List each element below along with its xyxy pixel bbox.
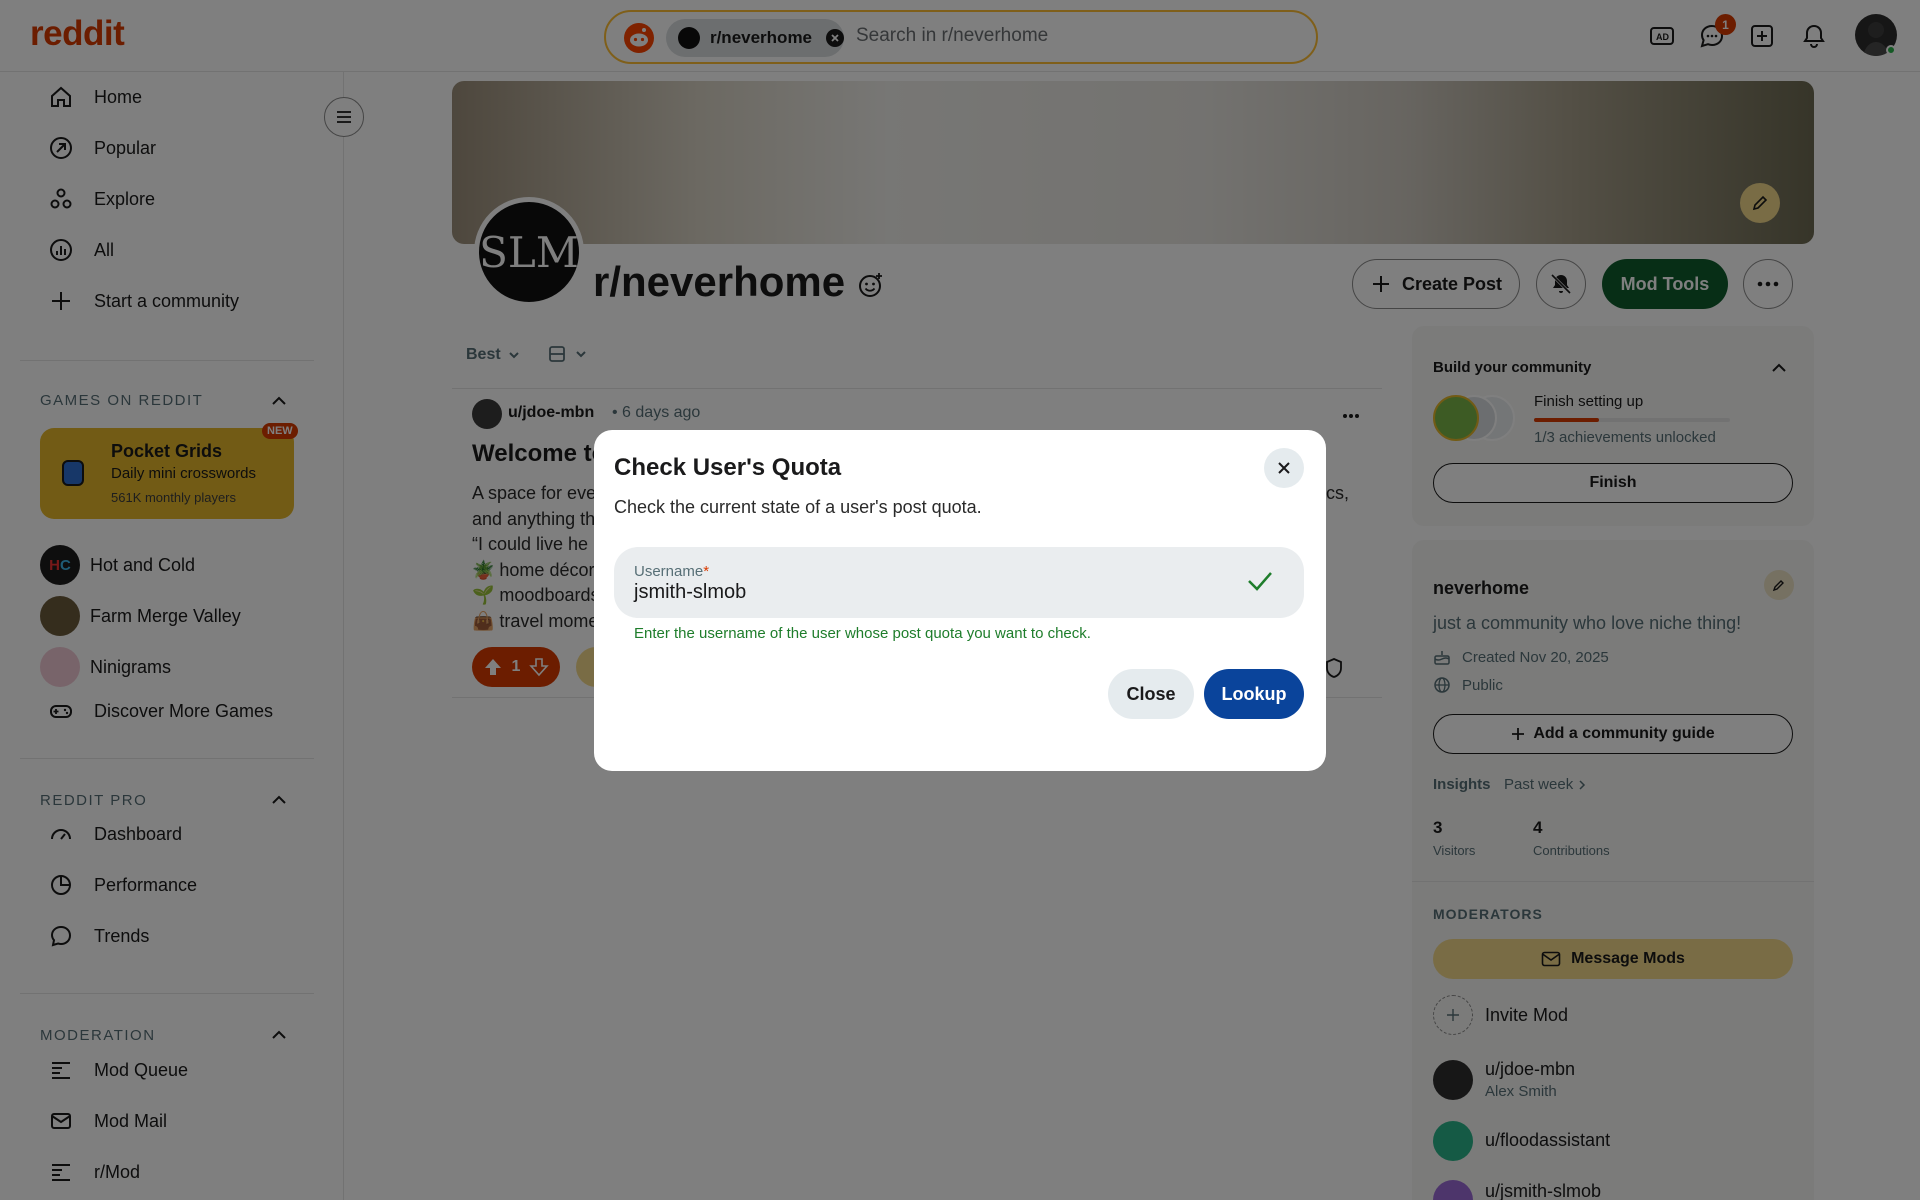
username-helper-text: Enter the username of the user whose pos…	[634, 625, 1091, 642]
close-button[interactable]: Close	[1108, 669, 1194, 719]
username-field[interactable]: Username* jsmith-slmob	[614, 547, 1304, 618]
username-label: Username*	[634, 563, 709, 580]
check-quota-dialog: Check User's Quota Check the current sta…	[594, 430, 1326, 771]
username-input[interactable]: jsmith-slmob	[634, 581, 746, 604]
required-mark: *	[703, 563, 710, 580]
dialog-close-button[interactable]	[1264, 448, 1304, 488]
checkmark-icon	[1248, 572, 1272, 591]
lookup-button[interactable]: Lookup	[1204, 669, 1304, 719]
dialog-title: Check User's Quota	[614, 454, 842, 481]
username-label-text: Username	[634, 563, 704, 580]
dialog-description: Check the current state of a user's post…	[614, 497, 982, 517]
close-icon	[1278, 462, 1290, 474]
